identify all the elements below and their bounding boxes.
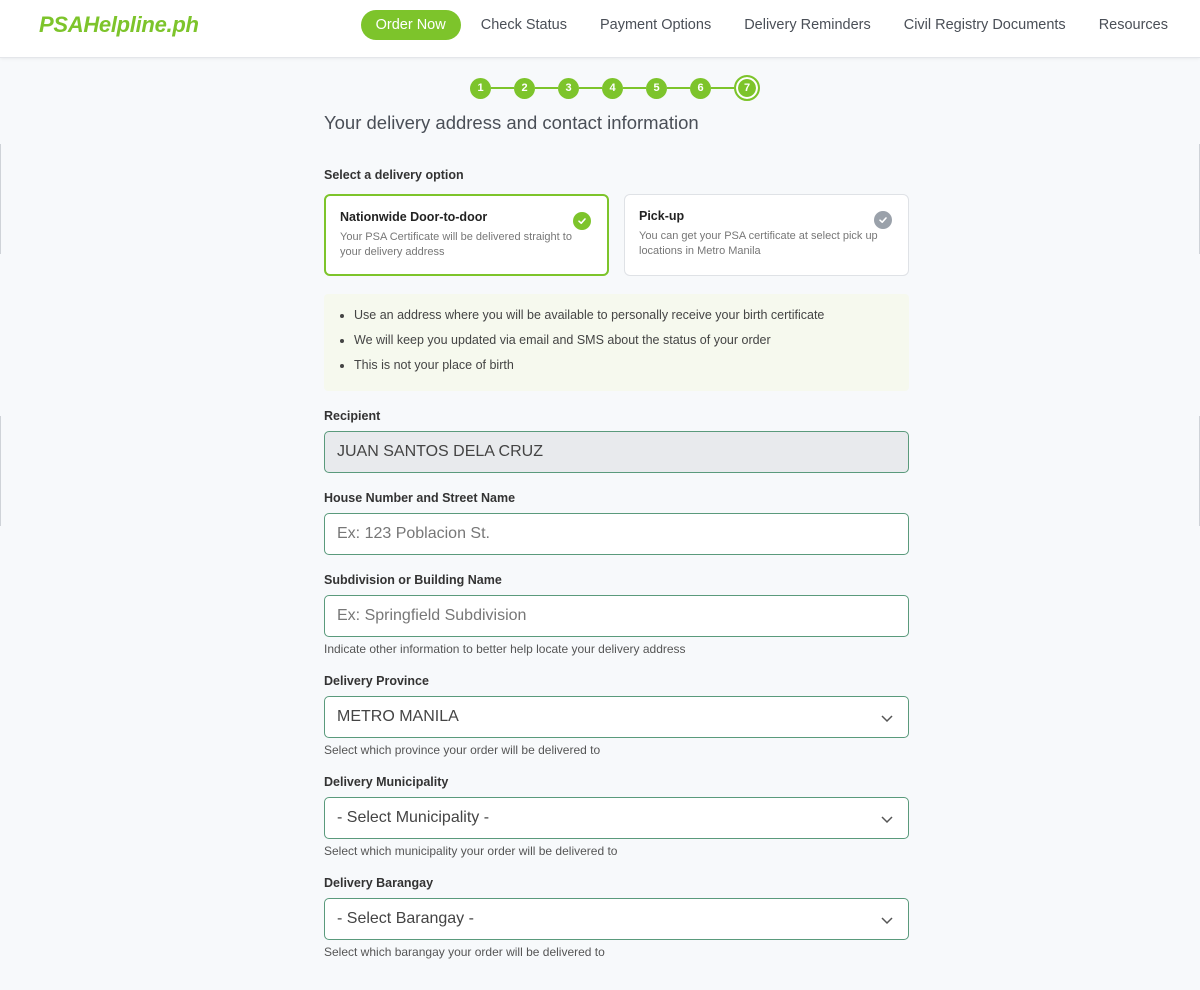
option-door-to-door[interactable]: Nationwide Door-to-door Your PSA Certifi… [324, 194, 609, 276]
main-nav: Order Now Check Status Payment Options D… [360, 9, 1200, 41]
delivery-tips: Use an address where you will be availab… [324, 294, 909, 391]
step-connector [667, 87, 690, 89]
province-value: METRO MANILA [337, 708, 459, 725]
nav-order-now[interactable]: Order Now [360, 10, 461, 40]
tip-item: Use an address where you will be availab… [354, 308, 891, 322]
subdivision-hint: Indicate other information to better hel… [324, 642, 686, 656]
recipient-input[interactable]: JUAN SANTOS DELA CRUZ [324, 431, 909, 473]
check-circle-icon [874, 211, 892, 229]
municipality-field: Delivery Municipality - Select Municipal… [324, 775, 909, 858]
top-header: PSAHelpline.ph Order Now Check Status Pa… [0, 0, 1200, 58]
tip-item: This is not your place of birth [354, 358, 891, 372]
nav-civil-registry-documents[interactable]: Civil Registry Documents [904, 17, 1066, 33]
step-2[interactable]: 2 [514, 77, 535, 99]
step-4[interactable]: 4 [602, 77, 623, 99]
step-connector [623, 87, 646, 89]
step-7-current[interactable]: 7 [734, 75, 760, 101]
subdivision-field: Subdivision or Building Name Ex: Springf… [324, 573, 909, 656]
province-field: Delivery Province METRO MANILA Select wh… [324, 674, 909, 757]
nav-check-status[interactable]: Check Status [481, 17, 567, 33]
barangay-hint: Select which barangay your order will be… [324, 945, 605, 959]
chevron-down-icon [881, 816, 893, 824]
option-description: Your PSA Certificate will be delivered s… [340, 231, 572, 258]
barangay-select[interactable]: - Select Barangay - [324, 898, 909, 940]
barangay-label: Delivery Barangay [324, 876, 434, 890]
nav-delivery-reminders[interactable]: Delivery Reminders [744, 17, 871, 33]
recipient-value: JUAN SANTOS DELA CRUZ [337, 443, 543, 460]
delivery-options: Nationwide Door-to-door Your PSA Certifi… [324, 194, 909, 276]
progress-stepper: 1 2 3 4 5 6 7 [470, 75, 760, 101]
subdivision-placeholder: Ex: Springfield Subdivision [337, 607, 527, 624]
province-hint: Select which province your order will be… [324, 743, 601, 757]
step-connector [711, 87, 734, 89]
municipality-select[interactable]: - Select Municipality - [324, 797, 909, 839]
barangay-value: - Select Barangay - [337, 910, 474, 927]
option-title: Nationwide Door-to-door [340, 210, 488, 224]
street-label: House Number and Street Name [324, 491, 516, 505]
province-select[interactable]: METRO MANILA [324, 696, 909, 738]
edge-divider [0, 416, 1, 526]
step-1[interactable]: 1 [470, 77, 491, 99]
check-circle-icon [573, 212, 591, 230]
step-connector [579, 87, 602, 89]
province-label: Delivery Province [324, 674, 429, 688]
step-5[interactable]: 5 [646, 77, 667, 99]
step-6[interactable]: 6 [690, 77, 711, 99]
chevron-down-icon [881, 917, 893, 925]
barangay-field: Delivery Barangay - Select Barangay - Se… [324, 876, 909, 959]
option-title: Pick-up [639, 209, 685, 223]
option-pick-up[interactable]: Pick-up You can get your PSA certificate… [624, 194, 909, 276]
municipality-label: Delivery Municipality [324, 775, 449, 789]
recipient-label: Recipient [324, 409, 381, 423]
step-connector [491, 87, 514, 89]
street-input[interactable]: Ex: 123 Poblacion St. [324, 513, 909, 555]
nav-resources[interactable]: Resources [1099, 17, 1168, 33]
street-field: House Number and Street Name Ex: 123 Pob… [324, 491, 909, 555]
street-placeholder: Ex: 123 Poblacion St. [337, 525, 490, 542]
recipient-field: Recipient JUAN SANTOS DELA CRUZ [324, 409, 909, 473]
edge-divider [0, 144, 1, 254]
step-3[interactable]: 3 [558, 77, 579, 99]
site-logo[interactable]: PSAHelpline.ph [39, 12, 199, 38]
tip-item: We will keep you updated via email and S… [354, 333, 891, 347]
chevron-down-icon [881, 715, 893, 723]
step-connector [535, 87, 558, 89]
nav-payment-options[interactable]: Payment Options [600, 17, 711, 33]
subdivision-label: Subdivision or Building Name [324, 573, 502, 587]
subdivision-input[interactable]: Ex: Springfield Subdivision [324, 595, 909, 637]
delivery-form: Select a delivery option Nationwide Door… [324, 168, 909, 959]
municipality-hint: Select which municipality your order wil… [324, 844, 618, 858]
delivery-option-label: Select a delivery option [324, 168, 464, 182]
municipality-value: - Select Municipality - [337, 809, 490, 826]
page-title: Your delivery address and contact inform… [324, 112, 699, 133]
option-description: You can get your PSA certificate at sele… [639, 230, 878, 257]
